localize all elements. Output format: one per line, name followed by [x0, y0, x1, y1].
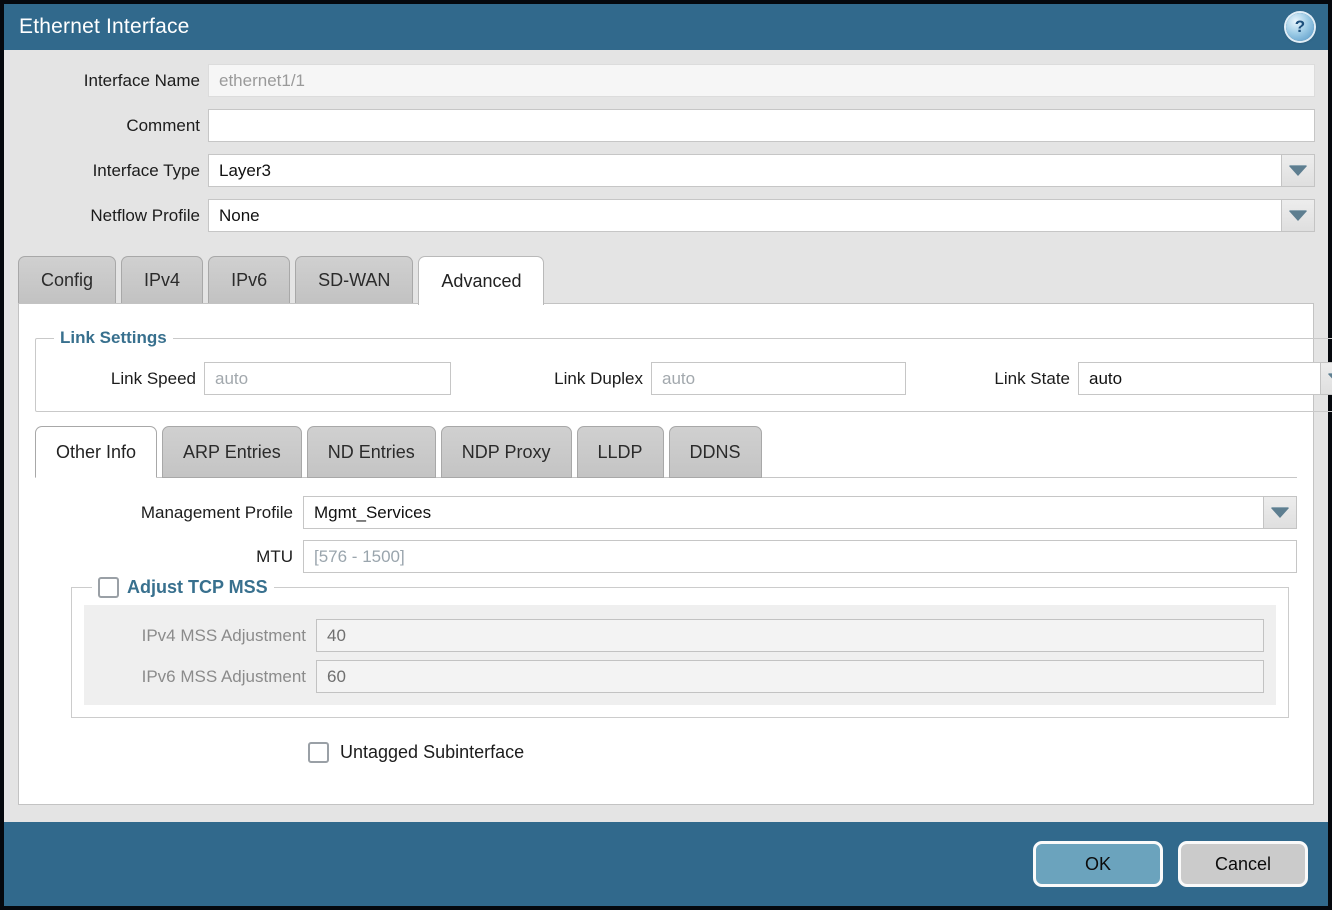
ipv4-mss-field	[316, 619, 1264, 652]
subtab-lldp-label: LLDP	[598, 442, 643, 463]
interface-type-dropdown-button[interactable]	[1281, 154, 1315, 187]
dialog-titlebar: Ethernet Interface ?	[4, 4, 1328, 50]
help-glyph: ?	[1295, 17, 1305, 37]
interface-name-row: Interface Name	[4, 64, 1315, 97]
comment-row: Comment	[4, 109, 1315, 142]
ipv6-mss-label: IPv6 MSS Adjustment	[84, 667, 306, 687]
link-speed-label: Link Speed	[48, 369, 196, 389]
tab-sdwan-label: SD-WAN	[318, 270, 390, 291]
comment-field[interactable]	[208, 109, 1315, 142]
chevron-down-icon	[1328, 374, 1332, 384]
interface-type-row: Interface Type	[4, 154, 1315, 187]
interface-name-label: Interface Name	[4, 71, 200, 91]
other-info-content: Management Profile MTU Adjust TCP MSS	[35, 478, 1297, 763]
main-tabstrip: Config IPv4 IPv6 SD-WAN Advanced	[4, 256, 1328, 303]
netflow-profile-row: Netflow Profile	[4, 199, 1315, 232]
management-profile-dropdown-button[interactable]	[1263, 496, 1297, 529]
adjust-tcp-mss-label: Adjust TCP MSS	[127, 577, 268, 598]
sub-tabstrip: Other Info ARP Entries ND Entries NDP Pr…	[35, 426, 1297, 478]
link-settings-group: Link Settings Link Speed Link Duplex Lin…	[35, 328, 1332, 412]
management-profile-row: Management Profile	[35, 496, 1297, 529]
interface-type-value[interactable]	[208, 154, 1281, 187]
link-state-dropdown[interactable]	[1078, 362, 1332, 395]
tab-ipv6-label: IPv6	[231, 270, 267, 291]
mtu-label: MTU	[35, 547, 293, 567]
ipv4-mss-label: IPv4 MSS Adjustment	[84, 626, 306, 646]
subtab-arp-entries[interactable]: ARP Entries	[162, 426, 302, 478]
subtab-other-info[interactable]: Other Info	[35, 426, 157, 478]
subtab-other-info-label: Other Info	[56, 442, 136, 463]
management-profile-dropdown[interactable]	[303, 496, 1297, 529]
advanced-panel: Link Settings Link Speed Link Duplex Lin…	[18, 303, 1314, 805]
interface-name-field	[208, 64, 1315, 97]
subtab-ddns[interactable]: DDNS	[669, 426, 762, 478]
adjust-tcp-mss-group: Adjust TCP MSS IPv4 MSS Adjustment IPv6 …	[71, 587, 1289, 718]
ok-button-label: OK	[1085, 854, 1111, 875]
dialog-title: Ethernet Interface	[19, 15, 190, 39]
tab-ipv6[interactable]: IPv6	[208, 256, 290, 303]
adjust-tcp-mss-checkbox[interactable]	[98, 577, 119, 598]
link-state-label: Link State	[962, 369, 1070, 389]
link-speed-field[interactable]	[204, 362, 451, 395]
untagged-subinterface-label: Untagged Subinterface	[340, 742, 524, 763]
cancel-button-label: Cancel	[1215, 854, 1271, 875]
mtu-field[interactable]	[303, 540, 1297, 573]
link-state-dropdown-button[interactable]	[1320, 362, 1332, 395]
ipv6-mss-field	[316, 660, 1264, 693]
netflow-profile-label: Netflow Profile	[4, 206, 200, 226]
subtab-lldp[interactable]: LLDP	[577, 426, 664, 478]
top-form: Interface Name Comment Interface Type Ne…	[4, 50, 1328, 244]
tab-advanced[interactable]: Advanced	[418, 256, 544, 305]
subtab-arp-entries-label: ARP Entries	[183, 442, 281, 463]
tab-advanced-label: Advanced	[441, 271, 521, 292]
netflow-profile-dropdown[interactable]	[208, 199, 1315, 232]
netflow-profile-dropdown-button[interactable]	[1281, 199, 1315, 232]
ethernet-interface-dialog: Ethernet Interface ? Interface Name Comm…	[0, 0, 1332, 910]
untagged-subinterface-checkbox[interactable]	[308, 742, 329, 763]
netflow-profile-value[interactable]	[208, 199, 1281, 232]
help-icon[interactable]: ?	[1286, 13, 1314, 41]
ipv4-mss-row: IPv4 MSS Adjustment	[84, 619, 1276, 652]
untagged-subinterface-row: Untagged Subinterface	[308, 742, 1297, 763]
chevron-down-icon	[1289, 211, 1307, 221]
adjust-tcp-mss-legend: Adjust TCP MSS	[92, 577, 274, 598]
subtab-ndp-proxy-label: NDP Proxy	[462, 442, 551, 463]
ok-button[interactable]: OK	[1033, 841, 1163, 887]
chevron-down-icon	[1289, 166, 1307, 176]
cancel-button[interactable]: Cancel	[1178, 841, 1308, 887]
comment-label: Comment	[4, 116, 200, 136]
link-settings-row: Link Speed Link Duplex Link State	[48, 362, 1332, 395]
link-duplex-field[interactable]	[651, 362, 906, 395]
tab-ipv4[interactable]: IPv4	[121, 256, 203, 303]
link-duplex-label: Link Duplex	[491, 369, 643, 389]
interface-type-dropdown[interactable]	[208, 154, 1315, 187]
subtab-nd-entries[interactable]: ND Entries	[307, 426, 436, 478]
management-profile-value[interactable]	[303, 496, 1263, 529]
dialog-footer: OK Cancel	[4, 822, 1328, 906]
management-profile-label: Management Profile	[35, 503, 293, 523]
tab-sdwan[interactable]: SD-WAN	[295, 256, 413, 303]
subtab-ddns-label: DDNS	[690, 442, 741, 463]
tab-config-label: Config	[41, 270, 93, 291]
mtu-row: MTU	[35, 540, 1297, 573]
link-state-value[interactable]	[1078, 362, 1320, 395]
chevron-down-icon	[1271, 508, 1289, 518]
interface-type-label: Interface Type	[4, 161, 200, 181]
link-settings-legend: Link Settings	[54, 328, 173, 348]
subtab-ndp-proxy[interactable]: NDP Proxy	[441, 426, 572, 478]
mss-fields-band: IPv4 MSS Adjustment IPv6 MSS Adjustment	[84, 605, 1276, 705]
ipv6-mss-row: IPv6 MSS Adjustment	[84, 660, 1276, 693]
subtab-nd-entries-label: ND Entries	[328, 442, 415, 463]
tab-config[interactable]: Config	[18, 256, 116, 303]
tab-ipv4-label: IPv4	[144, 270, 180, 291]
